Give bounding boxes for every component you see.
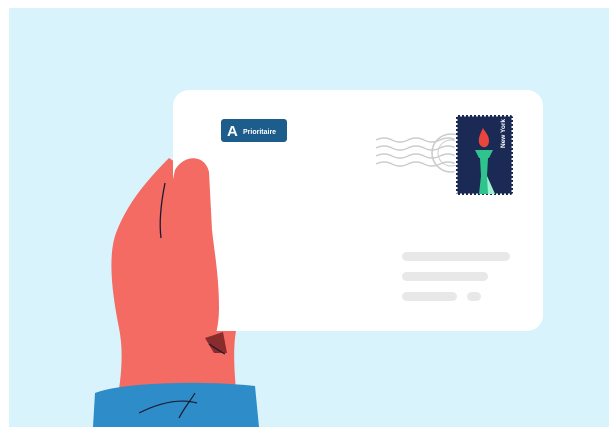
priority-text: Prioritaire: [243, 129, 276, 136]
illustration-scene: A Prioritaire New York: [9, 8, 609, 427]
illustration-stage: A Prioritaire New York: [0, 0, 613, 427]
address-line-2: [402, 272, 488, 281]
letter-illustration: A Prioritaire New York: [93, 90, 543, 427]
address-line-3: [402, 292, 457, 301]
sleeve: [93, 382, 259, 427]
address-line-1: [402, 252, 510, 261]
priority-letter: A: [227, 123, 238, 140]
stamp-text: New York: [500, 119, 507, 148]
address-line-4: [467, 292, 481, 301]
